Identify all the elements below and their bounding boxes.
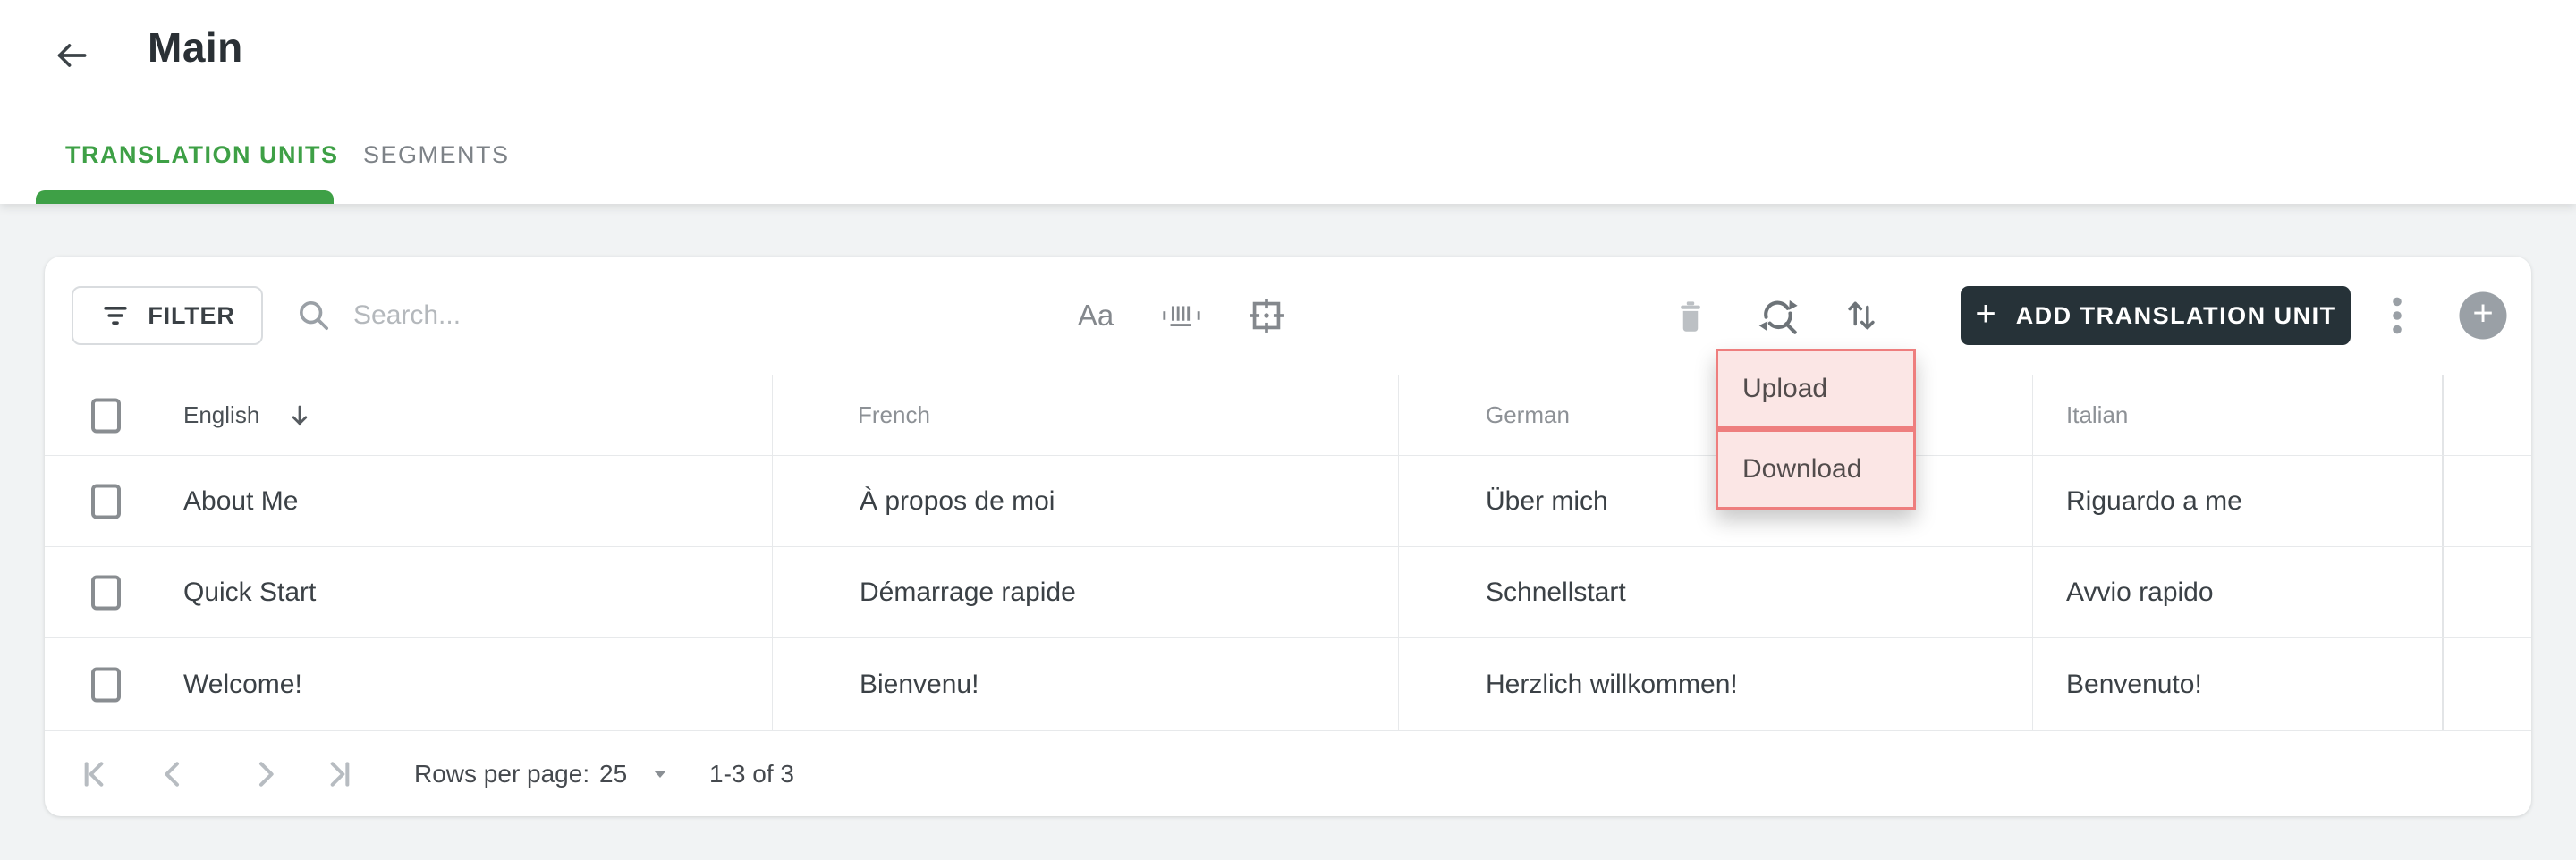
barcode-icon	[1161, 299, 1202, 333]
chevron-right-icon	[248, 756, 284, 792]
upload-download-menu: Upload Download	[1716, 349, 1916, 510]
table-row: About Me À propos de moi Über mich Rigua…	[45, 455, 2531, 546]
cell-german: Über mich	[1486, 485, 1608, 516]
find-replace-button[interactable]	[1748, 285, 1809, 346]
arrow-left-icon	[52, 38, 91, 73]
next-page-button[interactable]	[244, 753, 287, 796]
rows-per-page-label: Rows per page:	[414, 759, 590, 788]
add-translation-unit-button[interactable]: + ADD TRANSLATION UNIT	[1961, 286, 2351, 345]
search-icon	[296, 298, 332, 333]
filter-button-label: FILTER	[148, 301, 235, 329]
last-page-button[interactable]	[318, 753, 361, 796]
cell-italian: Avvio rapido	[2066, 577, 2214, 607]
filter-icon	[99, 302, 131, 329]
row-checkbox[interactable]	[91, 575, 121, 610]
translation-units-card: FILTER Aa	[45, 257, 2531, 816]
text-case-button[interactable]: Aa	[1065, 285, 1126, 346]
add-translation-unit-label: ADD TRANSLATION UNIT	[2015, 301, 2336, 329]
cell-italian: Benvenuto!	[2066, 669, 2202, 699]
text-case-icon: Aa	[1077, 299, 1114, 332]
card-toolbar: FILTER Aa	[45, 257, 2531, 375]
focus-frame-icon	[1247, 296, 1286, 335]
table-header-row: English French German Italian	[45, 375, 2531, 455]
cell-french: Démarrage rapide	[860, 577, 1076, 607]
previous-page-button[interactable]	[151, 753, 194, 796]
import-export-icon	[1844, 296, 1878, 335]
cell-english: Quick Start	[183, 577, 317, 607]
delete-button[interactable]	[1660, 285, 1721, 346]
filter-button[interactable]: FILTER	[72, 286, 263, 345]
first-page-button[interactable]	[72, 753, 115, 796]
find-replace-icon	[1758, 295, 1799, 336]
pagination-range-label: 1-3 of 3	[709, 759, 794, 788]
focus-frame-button[interactable]	[1236, 285, 1297, 346]
cell-english: About Me	[183, 485, 299, 516]
row-checkbox[interactable]	[91, 484, 121, 519]
cell-german: Schnellstart	[1486, 577, 1626, 607]
trash-icon	[1674, 298, 1707, 333]
plus-icon: +	[1975, 294, 1996, 333]
cell-french: À propos de moi	[860, 485, 1055, 516]
search-box	[296, 286, 854, 345]
column-header-german[interactable]: German	[1486, 375, 1570, 455]
plus-icon: +	[2472, 293, 2494, 333]
back-button[interactable]	[47, 30, 97, 80]
tab-segments[interactable]: SEGMENTS	[363, 141, 510, 169]
tab-translation-units[interactable]: TRANSLATION UNITS	[65, 141, 338, 169]
cell-french: Bienvenu!	[860, 669, 979, 699]
cell-german: Herzlich willkommen!	[1486, 669, 1738, 699]
chevron-left-icon	[155, 756, 191, 792]
import-export-button[interactable]	[1831, 285, 1892, 346]
table-row: Welcome! Bienvenu! Herzlich willkommen! …	[45, 637, 2531, 730]
rows-per-page-value: 25	[599, 759, 628, 788]
add-circle-button[interactable]: +	[2459, 291, 2507, 340]
first-page-icon	[76, 756, 112, 792]
menu-item-upload[interactable]: Upload	[1716, 349, 1916, 429]
last-page-icon	[322, 756, 358, 792]
cell-english: Welcome!	[183, 669, 302, 699]
sort-desc-icon	[286, 402, 313, 429]
menu-item-download[interactable]: Download	[1716, 429, 1916, 510]
active-tab-indicator	[36, 190, 334, 204]
cell-italian: Riguardo a me	[2066, 485, 2242, 516]
barcode-view-button[interactable]	[1151, 285, 1212, 346]
table-footer: Rows per page: 25 1-3 of 3	[45, 730, 2531, 816]
kebab-menu-icon	[2392, 296, 2402, 335]
column-header-english[interactable]: English	[183, 375, 313, 455]
column-header-italian[interactable]: Italian	[2066, 375, 2128, 455]
page-title: Main	[148, 24, 243, 71]
table-row: Quick Start Démarrage rapide Schnellstar…	[45, 546, 2531, 637]
column-header-french[interactable]: French	[858, 375, 930, 455]
page-header: Main TRANSLATION UNITS SEGMENTS	[0, 0, 2576, 204]
row-checkbox[interactable]	[91, 667, 121, 702]
caret-down-icon	[652, 769, 668, 780]
select-all-checkbox[interactable]	[91, 398, 121, 433]
rows-per-page-select[interactable]: 25	[599, 760, 668, 788]
search-input[interactable]	[353, 300, 854, 331]
app-root: Main TRANSLATION UNITS SEGMENTS FILTER S…	[0, 0, 2576, 860]
more-options-button[interactable]	[2367, 285, 2428, 346]
